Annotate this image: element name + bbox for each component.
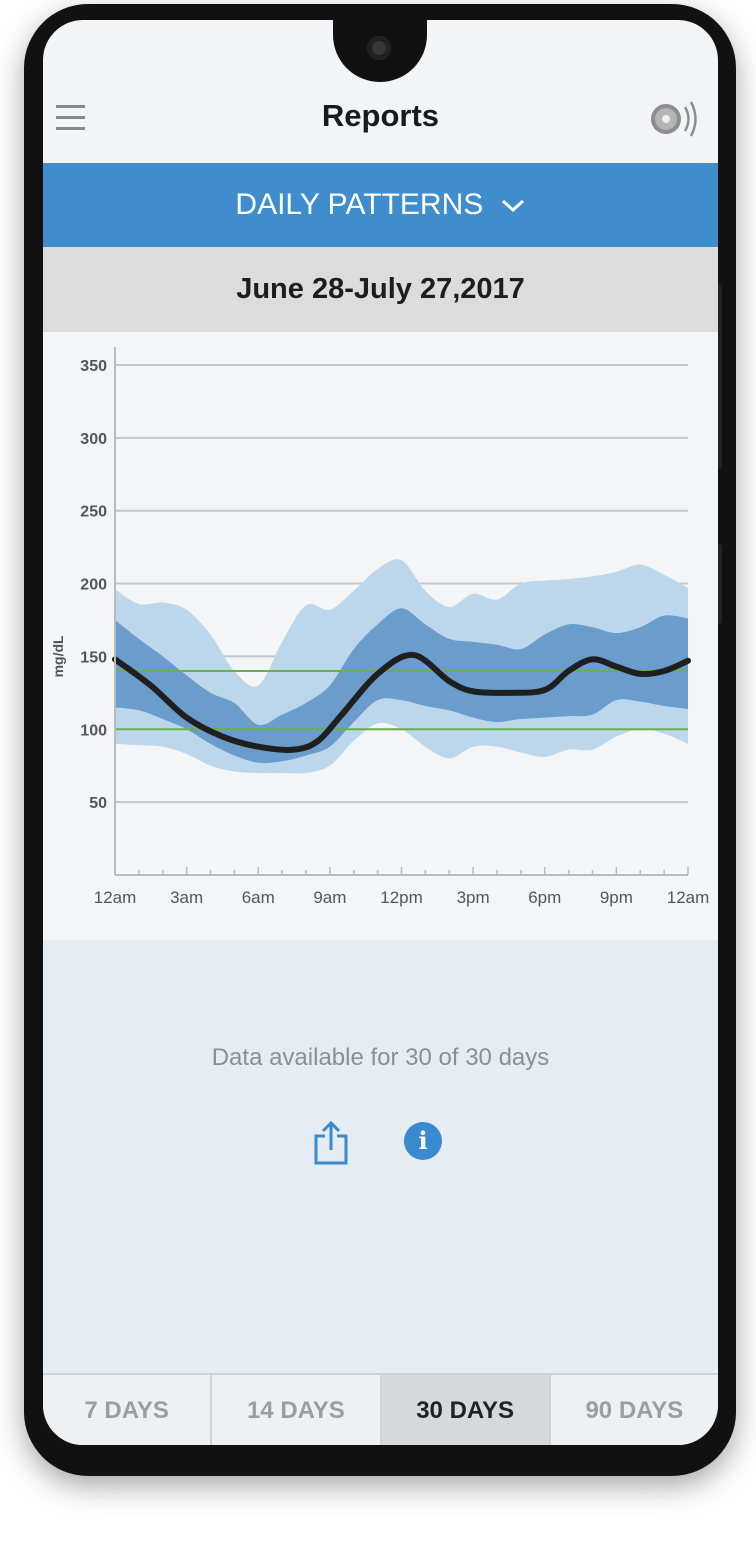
chart-svg: 50 100 150 200 250 300 350 12am 3am 6am 9am 12pm 3pm… <box>50 347 710 907</box>
chevron-down-icon <box>501 199 524 213</box>
share-icon[interactable] <box>313 1120 351 1166</box>
x-tick-label: 6pm <box>528 888 561 907</box>
x-tick-label: 3pm <box>457 888 490 907</box>
x-tick-label: 3am <box>170 888 203 907</box>
y-tick-label: 200 <box>80 577 107 594</box>
x-tick-label: 12am <box>94 888 137 907</box>
period-tabs: 7 DAYS 14 DAYS 30 DAYS 90 DAYS <box>43 1373 718 1445</box>
camera-icon <box>367 36 391 60</box>
tab-14-days[interactable]: 14 DAYS <box>212 1375 382 1445</box>
camera-notch <box>333 20 427 82</box>
y-tick-label: 350 <box>80 358 107 375</box>
y-tick-label: 150 <box>80 649 107 666</box>
app-header: Reports <box>43 80 718 163</box>
page-title: Reports <box>321 98 440 133</box>
y-tick-label: 100 <box>80 722 107 739</box>
report-selector-label: DAILY PATTERNS <box>235 188 484 221</box>
x-tick-label: 9pm <box>600 888 633 907</box>
y-tick-label: 300 <box>80 431 107 448</box>
date-range: June 28-July 27,2017 <box>43 247 718 332</box>
data-availability-text: Data available for 30 of 30 days <box>211 1044 550 1071</box>
y-axis-label: mg/dL <box>50 635 66 677</box>
daily-patterns-chart: 50 100 150 200 250 300 350 12am 3am 6am 9am 12pm 3pm… <box>43 332 718 940</box>
y-tick-label: 250 <box>80 504 107 521</box>
x-tick-label: 12am <box>667 888 710 907</box>
x-tick-label: 9am <box>313 888 346 907</box>
tab-90-days[interactable]: 90 DAYS <box>551 1375 718 1445</box>
app-screen: Reports DAILY PATTERNS June 28-July 27,2… <box>43 20 718 1445</box>
info-icon[interactable]: i <box>404 1122 442 1160</box>
report-footer: Data available for 30 of 30 days i <box>43 940 718 1373</box>
sensor-signal-icon[interactable] <box>646 98 702 140</box>
report-selector[interactable]: DAILY PATTERNS <box>43 163 718 247</box>
tab-30-days[interactable]: 30 DAYS <box>381 1375 551 1445</box>
x-tick-label: 6am <box>242 888 275 907</box>
x-tick-label: 12pm <box>380 888 423 907</box>
tab-7-days[interactable]: 7 DAYS <box>43 1375 213 1445</box>
y-tick-label: 50 <box>89 795 107 812</box>
